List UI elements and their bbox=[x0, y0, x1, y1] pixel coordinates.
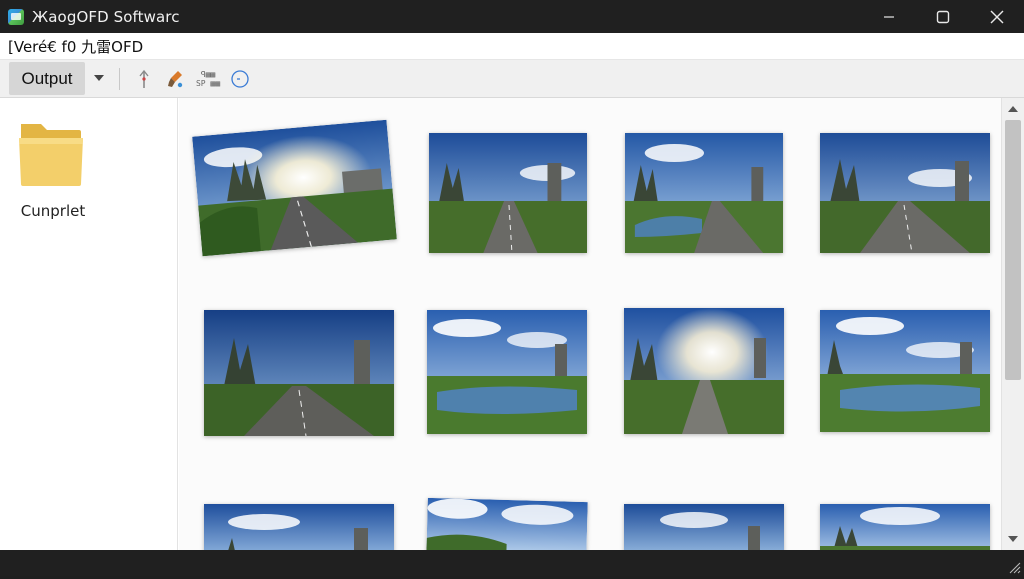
title-bar: ЖaogOFD Softwarc bbox=[0, 0, 1024, 33]
navigation-pane: Cunprlet bbox=[0, 98, 178, 550]
landscape-photo-icon bbox=[192, 119, 397, 257]
scroll-down-button[interactable] bbox=[1002, 530, 1024, 548]
landscape-photo-icon bbox=[204, 504, 394, 550]
pin-button[interactable] bbox=[128, 62, 160, 95]
toolbar-separator bbox=[119, 67, 120, 90]
maximize-icon bbox=[936, 10, 950, 23]
close-icon bbox=[990, 10, 1004, 23]
path-bar[interactable]: [Veré€ f0 九雷OFD bbox=[0, 33, 1024, 60]
toolbar: Output ꟼ▦▦ SP ▦▦ bbox=[0, 60, 1024, 98]
landscape-photo-icon bbox=[204, 310, 394, 436]
image-thumbnail[interactable] bbox=[204, 504, 394, 550]
maximize-button[interactable] bbox=[916, 0, 970, 33]
grid-info-button[interactable]: ꟼ▦▦ SP ▦▦ bbox=[192, 62, 224, 95]
image-thumbnail[interactable] bbox=[625, 133, 783, 253]
close-button[interactable] bbox=[970, 0, 1024, 33]
image-thumbnail[interactable] bbox=[192, 119, 397, 257]
image-thumbnail[interactable] bbox=[427, 310, 587, 434]
current-path: [Veré€ f0 九雷OFD bbox=[8, 37, 144, 56]
brush-icon bbox=[168, 70, 183, 87]
arrow-up-icon bbox=[1008, 106, 1018, 112]
brush-button[interactable] bbox=[160, 62, 192, 95]
output-dropdown-button[interactable] bbox=[85, 62, 113, 95]
resize-grip-icon bbox=[1009, 562, 1021, 574]
landscape-photo-icon bbox=[624, 504, 784, 550]
window-title: ЖaogOFD Softwarc bbox=[32, 7, 180, 26]
image-thumbnail[interactable] bbox=[204, 310, 394, 436]
clock-icon bbox=[231, 69, 249, 88]
scrollbar-thumb[interactable] bbox=[1005, 120, 1021, 380]
landscape-photo-icon bbox=[624, 308, 784, 434]
image-thumbnail[interactable] bbox=[624, 308, 784, 434]
status-bar bbox=[0, 550, 1024, 576]
scroll-up-button[interactable] bbox=[1002, 100, 1024, 118]
image-thumbnail[interactable] bbox=[820, 133, 990, 253]
arrow-down-icon bbox=[1008, 536, 1018, 542]
grid-info-icon: ꟼ▦▦ SP ▦▦ bbox=[195, 69, 221, 88]
dropdown-arrow-icon bbox=[94, 75, 104, 81]
vertical-scrollbar[interactable] bbox=[1001, 98, 1024, 550]
folder-item[interactable] bbox=[17, 118, 85, 190]
landscape-photo-icon bbox=[820, 133, 990, 253]
landscape-photo-icon bbox=[429, 133, 587, 253]
app-window: ЖaogOFD Softwarc [Veré€ f0 九雷OFD Output bbox=[0, 0, 1024, 576]
landscape-photo-icon bbox=[820, 504, 990, 550]
resize-grip[interactable] bbox=[1007, 560, 1021, 574]
image-thumbnail[interactable] bbox=[426, 497, 588, 550]
minimize-button[interactable] bbox=[862, 0, 916, 33]
image-thumbnail[interactable] bbox=[820, 310, 990, 432]
pin-icon bbox=[139, 69, 149, 88]
landscape-photo-icon bbox=[426, 497, 588, 550]
window-controls bbox=[862, 0, 1024, 33]
image-thumbnail[interactable] bbox=[429, 133, 587, 253]
app-logo-icon bbox=[8, 8, 24, 25]
minimize-icon bbox=[884, 15, 894, 18]
landscape-photo-icon bbox=[427, 310, 587, 434]
folder-icon bbox=[19, 124, 83, 186]
thumbnail-grid bbox=[179, 98, 1001, 550]
image-thumbnail[interactable] bbox=[624, 504, 784, 550]
clock-button[interactable] bbox=[224, 62, 256, 95]
output-button[interactable]: Output bbox=[9, 62, 85, 95]
image-thumbnail[interactable] bbox=[820, 504, 990, 550]
landscape-photo-icon bbox=[820, 310, 990, 432]
folder-label: Cunprlet bbox=[20, 202, 86, 220]
landscape-photo-icon bbox=[625, 133, 783, 253]
